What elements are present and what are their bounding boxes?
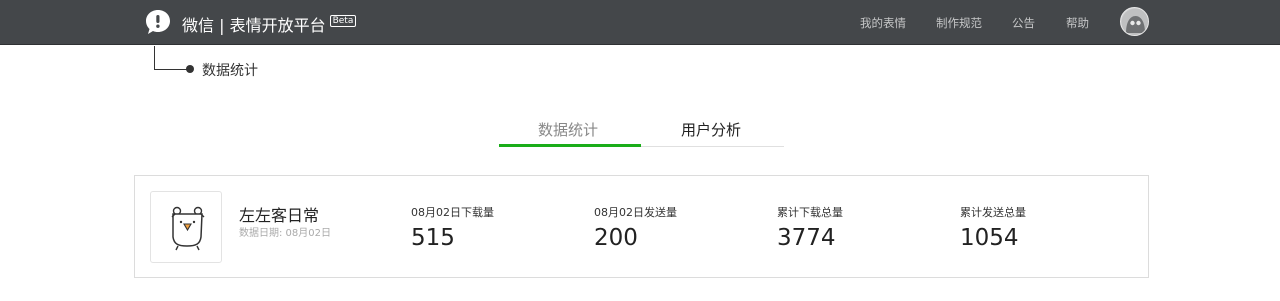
breadcrumb-current: 数据统计 bbox=[202, 63, 258, 79]
top-navigation-bar: 微信 | 表情开放平台 Beta 我的表情 制作规范 公告 帮助 bbox=[0, 0, 1280, 45]
tab-user-analysis[interactable]: 用户分析 bbox=[681, 119, 741, 140]
breadcrumb-dot bbox=[186, 65, 194, 73]
platform-title[interactable]: 微信 | 表情开放平台 Beta bbox=[182, 12, 357, 36]
stat-value: 3774 bbox=[777, 225, 836, 251]
nav-my-stickers[interactable]: 我的表情 bbox=[860, 15, 906, 31]
avatar-icon bbox=[1121, 8, 1148, 35]
bear-sticker-icon bbox=[171, 206, 205, 251]
sticker-pack-name: 左左客日常 bbox=[239, 206, 320, 225]
stat-daily-sends: 08月02日发送量 200 bbox=[594, 204, 677, 251]
sticker-pack-stats-card: 左左客日常 数据日期: 08月02日 08月02日下载量 515 08月02日发… bbox=[134, 175, 1149, 278]
beta-badge: Beta bbox=[329, 15, 357, 27]
breadcrumb-connector bbox=[154, 46, 190, 70]
stat-value: 515 bbox=[411, 225, 455, 251]
stat-daily-downloads: 08月02日下载量 515 bbox=[411, 204, 494, 251]
data-date: 数据日期: 08月02日 bbox=[239, 228, 331, 239]
stat-value: 200 bbox=[594, 225, 638, 251]
platform-name: 微信 | 表情开放平台 bbox=[182, 16, 326, 35]
nav-announcements[interactable]: 公告 bbox=[1012, 15, 1035, 31]
stat-label: 08月02日下载量 bbox=[411, 206, 494, 219]
stat-label: 累计下载总量 bbox=[777, 206, 843, 219]
user-avatar[interactable] bbox=[1120, 7, 1149, 36]
nav-guidelines[interactable]: 制作规范 bbox=[936, 15, 982, 31]
stat-label: 累计发送总量 bbox=[960, 206, 1026, 219]
stat-label: 08月02日发送量 bbox=[594, 206, 677, 219]
wechat-sticker-logo-icon[interactable] bbox=[144, 8, 172, 36]
stats-tabs: 数据统计 用户分析 bbox=[499, 111, 784, 147]
sticker-pack-thumbnail[interactable] bbox=[150, 191, 222, 263]
stat-total-downloads: 累计下载总量 3774 bbox=[777, 204, 843, 251]
active-tab-indicator bbox=[499, 144, 641, 147]
stat-total-sends: 累计发送总量 1054 bbox=[960, 204, 1026, 251]
stat-value: 1054 bbox=[960, 225, 1019, 251]
tab-data-statistics[interactable]: 数据统计 bbox=[538, 119, 598, 140]
nav-help[interactable]: 帮助 bbox=[1066, 15, 1089, 31]
